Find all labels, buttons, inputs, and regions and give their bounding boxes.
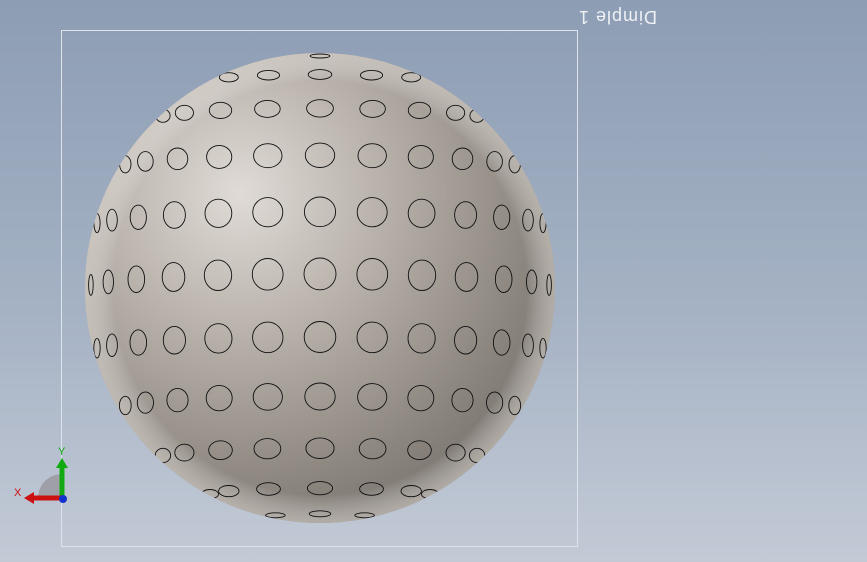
axis-triad: Y X xyxy=(14,446,68,504)
triad-plane-quadrant xyxy=(38,474,62,498)
graphics-viewport[interactable]: Dimple 1 Y X xyxy=(0,0,867,562)
y-axis-label: Y xyxy=(58,446,66,458)
sphere-model[interactable] xyxy=(0,0,867,562)
x-axis-arrowhead xyxy=(24,492,34,504)
x-axis-label: X xyxy=(14,487,22,499)
y-axis-arrowhead xyxy=(56,458,68,468)
z-axis-dot xyxy=(59,495,67,503)
